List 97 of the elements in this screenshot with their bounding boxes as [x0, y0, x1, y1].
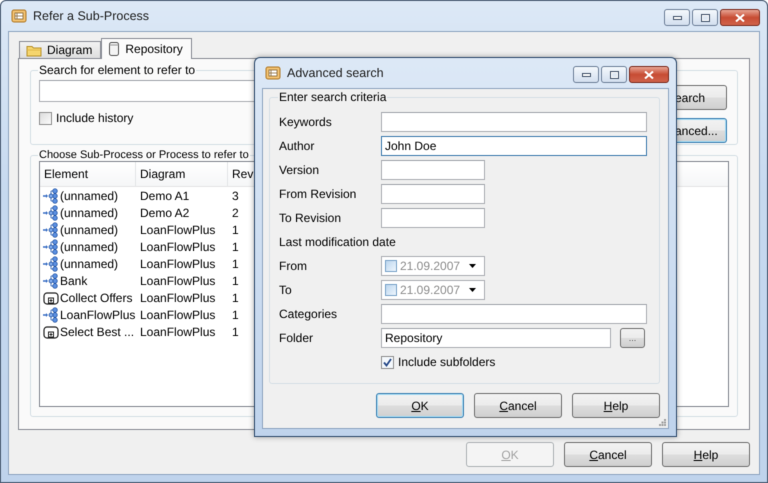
- input-field[interactable]: [381, 184, 485, 204]
- flow-icon: [43, 272, 59, 288]
- group-title: Search for element to refer to: [38, 63, 196, 77]
- close-button[interactable]: [629, 66, 669, 83]
- table-cell: (unnamed): [60, 206, 118, 220]
- table-cell: LoanFlowPlus: [140, 324, 216, 338]
- resize-grip-icon: [659, 419, 666, 426]
- table-cell: LoanFlowPlus: [140, 240, 216, 254]
- minimize-icon: [582, 72, 590, 76]
- app-icon: [265, 65, 281, 81]
- flow-icon: [43, 188, 59, 204]
- subprocess-icon: [43, 290, 59, 306]
- checkbox-label: Include history: [56, 111, 134, 125]
- button[interactable]: Help: [662, 442, 750, 467]
- group-title: Choose Sub-Process or Process to refer to: [38, 149, 250, 161]
- field-label: From: [279, 259, 308, 273]
- browse-button[interactable]: ...: [620, 328, 645, 348]
- input-field[interactable]: [381, 112, 647, 132]
- table-cell: (unnamed): [60, 240, 118, 254]
- field-label: Folder: [279, 331, 314, 345]
- table-cell: LoanFlowPlus: [140, 290, 216, 304]
- maximize-button[interactable]: [601, 66, 627, 83]
- subprocess-icon: [43, 324, 59, 340]
- minimize-icon: [672, 16, 682, 20]
- table-cell: (unnamed): [60, 222, 118, 236]
- flow-icon: [43, 204, 59, 220]
- close-button[interactable]: [720, 9, 760, 26]
- checkbox[interactable]: [385, 284, 397, 296]
- table-cell: 2: [232, 206, 239, 220]
- flow-icon: [43, 256, 59, 272]
- flow-icon: [43, 306, 59, 322]
- input-field[interactable]: Repository: [381, 328, 611, 348]
- cylinder-icon: [108, 40, 120, 56]
- flow-icon: [43, 238, 59, 254]
- field-label: Version: [279, 163, 320, 177]
- field-label: Author: [279, 139, 316, 153]
- tab[interactable]: Repository: [101, 38, 192, 59]
- section-label: Last modification date: [279, 235, 397, 249]
- table-cell: 1: [232, 256, 239, 270]
- table-cell: 1: [232, 274, 239, 288]
- checkbox[interactable]: [39, 112, 52, 124]
- button[interactable]: OK: [376, 393, 464, 418]
- date-value: 21.09.2007: [400, 259, 462, 273]
- table-cell: Bank: [60, 274, 88, 288]
- field-label: Categories: [279, 307, 338, 321]
- table-cell: LoanFlowPlus: [60, 308, 136, 322]
- checkbox-label: Include subfolders: [398, 355, 496, 369]
- table-cell: LoanFlowPlus: [140, 256, 216, 270]
- input-field[interactable]: John Doe: [381, 136, 647, 156]
- tab[interactable]: Diagram: [19, 41, 102, 58]
- table-cell: LoanFlowPlus: [140, 222, 216, 236]
- close-icon: [735, 14, 745, 22]
- table-cell: (unnamed): [60, 188, 118, 202]
- minimize-button[interactable]: [573, 66, 599, 83]
- table-cell: 3: [232, 188, 239, 202]
- field-label: From Revision: [279, 187, 358, 201]
- table-cell: (unnamed): [60, 256, 118, 270]
- checkbox[interactable]: [381, 356, 394, 368]
- maximize-icon: [700, 14, 710, 22]
- input-field[interactable]: [381, 208, 485, 228]
- column-header[interactable]: Diagram: [136, 162, 228, 186]
- field-label: To Revision: [279, 211, 342, 225]
- table-cell: Collect Offers: [60, 290, 132, 304]
- maximize-button[interactable]: [692, 9, 718, 26]
- close-icon: [644, 70, 654, 78]
- dropdown-arrow-icon: [469, 288, 476, 292]
- window-title: Refer a Sub-Process: [33, 9, 150, 23]
- input-field[interactable]: [381, 160, 485, 180]
- button[interactable]: Help: [572, 393, 660, 418]
- group-title: Enter search criteria: [278, 90, 388, 104]
- table-cell: Demo A1: [140, 188, 190, 202]
- table-cell: 1: [232, 290, 239, 304]
- maximize-icon: [610, 70, 618, 78]
- check-icon: [383, 358, 392, 366]
- button[interactable]: Cancel: [474, 393, 562, 418]
- app-icon: [11, 8, 27, 24]
- button[interactable]: Cancel: [564, 442, 652, 467]
- table-cell: LoanFlowPlus: [140, 308, 216, 322]
- table-cell: 1: [232, 324, 239, 338]
- column-header[interactable]: Element: [40, 162, 136, 186]
- field-label: Keywords: [279, 115, 333, 129]
- field-label: To: [279, 283, 293, 297]
- dialog-title: Advanced search: [287, 66, 384, 80]
- column-header[interactable]: Rev: [228, 162, 258, 186]
- table-cell: LoanFlowPlus: [140, 274, 216, 288]
- table-cell: 1: [232, 240, 239, 254]
- checkbox[interactable]: [385, 260, 397, 272]
- dropdown-arrow-icon: [469, 264, 476, 268]
- table-cell: 1: [232, 222, 239, 236]
- flow-icon: [43, 222, 59, 238]
- folder-icon: [26, 44, 42, 56]
- table-cell: Demo A2: [140, 206, 190, 220]
- table-cell: 1: [232, 308, 239, 322]
- table-cell: Select Best ...: [60, 324, 134, 338]
- minimize-button[interactable]: [664, 9, 690, 26]
- date-value: 21.09.2007: [400, 283, 462, 297]
- input-field[interactable]: [381, 304, 647, 324]
